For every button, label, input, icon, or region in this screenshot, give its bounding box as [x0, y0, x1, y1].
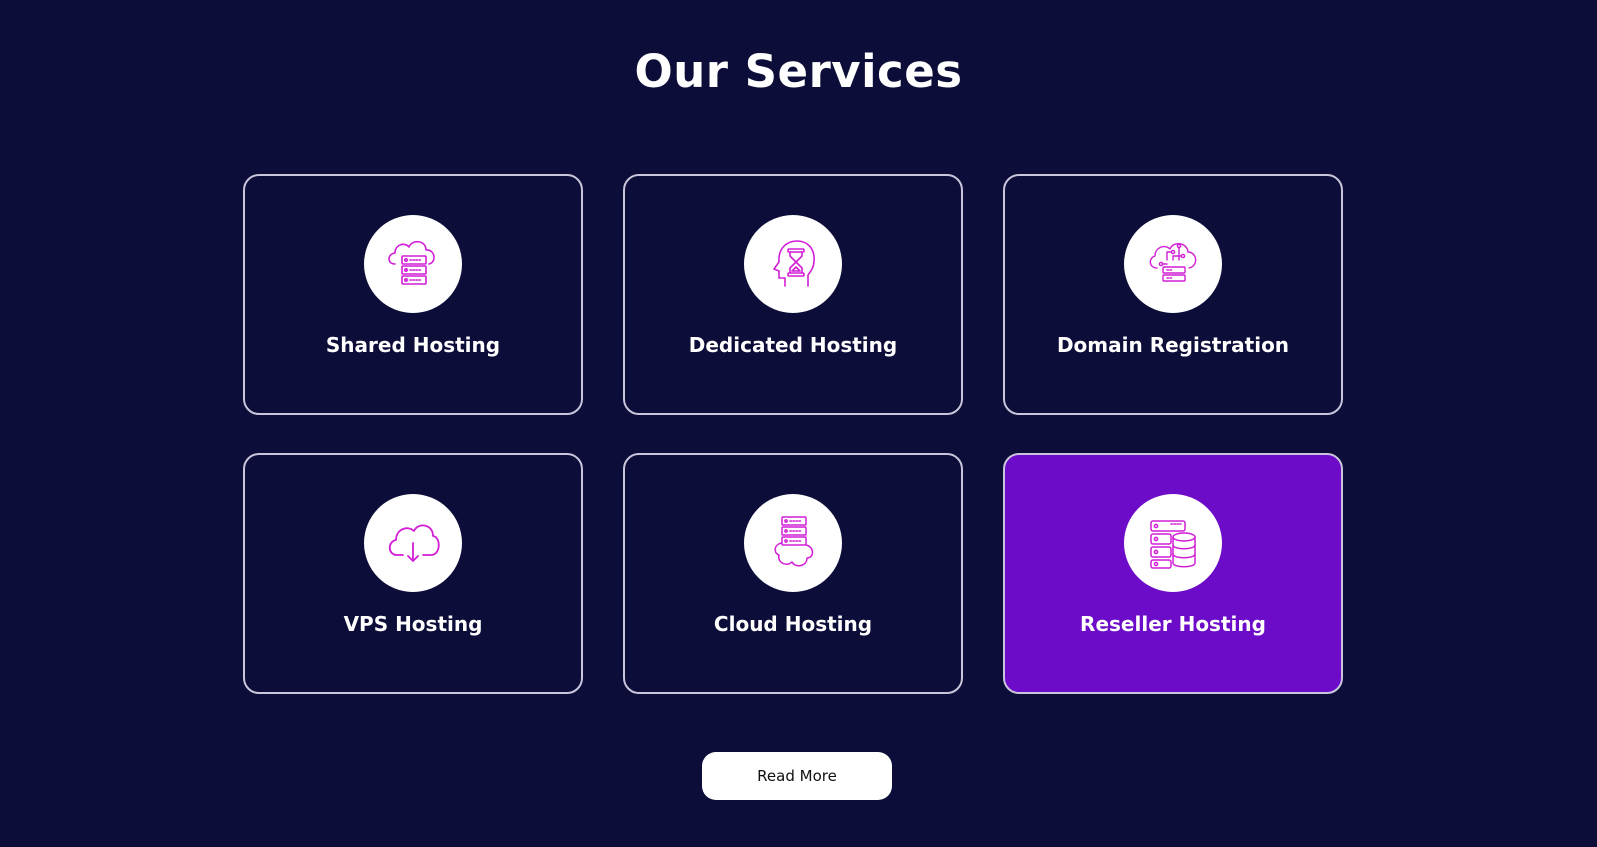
- icon-badge: [1124, 215, 1222, 313]
- service-card-label: Domain Registration: [1056, 333, 1290, 357]
- service-card-label: Cloud Hosting: [713, 612, 873, 636]
- server-database-icon: [1150, 520, 1196, 569]
- service-card-shared-hosting[interactable]: Shared Hosting: [243, 174, 583, 415]
- service-card-label: Dedicated Hosting: [688, 333, 898, 357]
- icon-badge: [744, 215, 842, 313]
- cloud-server-icon: [388, 240, 435, 285]
- cloud-network-server-icon: [1149, 243, 1197, 282]
- service-card-reseller-hosting[interactable]: Reseller Hosting: [1003, 453, 1343, 694]
- icon-badge: [364, 215, 462, 313]
- icon-badge: [1124, 494, 1222, 592]
- service-card-cloud-hosting[interactable]: Cloud Hosting: [623, 453, 963, 694]
- icon-badge: [744, 494, 842, 592]
- service-card-label: Reseller Hosting: [1080, 612, 1266, 636]
- head-hourglass-icon: [773, 240, 815, 287]
- service-card-vps-hosting[interactable]: VPS Hosting: [243, 453, 583, 694]
- read-more-button[interactable]: Read More: [702, 752, 892, 800]
- cloud-download-icon: [388, 524, 440, 562]
- section-title: Our Services: [634, 45, 963, 98]
- service-card-dedicated-hosting[interactable]: Dedicated Hosting: [623, 174, 963, 415]
- server-cloud-icon: [774, 516, 814, 567]
- service-card-label: Shared Hosting: [325, 333, 501, 357]
- icon-badge: [364, 494, 462, 592]
- service-card-label: VPS Hosting: [343, 612, 483, 636]
- service-card-domain-registration[interactable]: Domain Registration: [1003, 174, 1343, 415]
